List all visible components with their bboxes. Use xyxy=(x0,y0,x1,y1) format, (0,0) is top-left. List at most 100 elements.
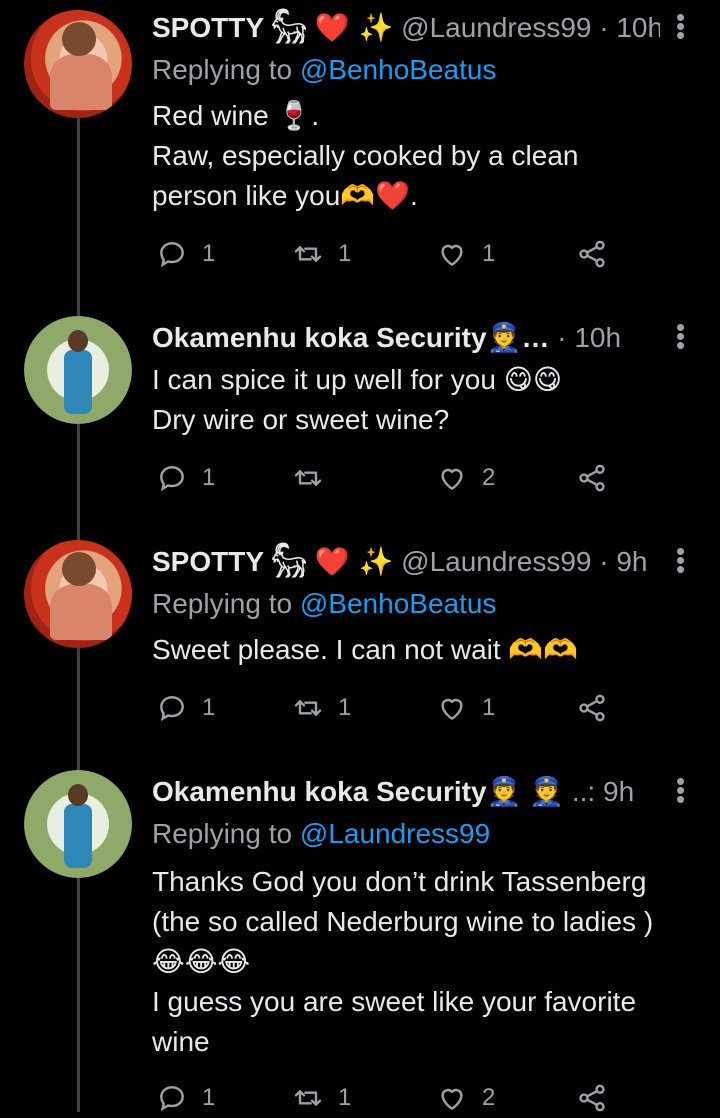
like-count: 2 xyxy=(482,464,496,491)
like-count: 1 xyxy=(482,240,496,267)
mention-link[interactable]: @BenhoBeatus xyxy=(300,588,497,619)
reply-button[interactable]: 1 xyxy=(156,688,215,728)
tweet-line: person like you🫶❤️. xyxy=(152,180,418,211)
reply-icon xyxy=(160,1086,184,1112)
retweet-count: 1 xyxy=(338,240,352,267)
heart-icon xyxy=(441,698,463,720)
tweet-line: Dry wire or sweet wine? xyxy=(152,404,450,435)
avatar-head xyxy=(68,330,88,352)
retweet-icon xyxy=(294,470,322,486)
avatar-head xyxy=(62,22,96,56)
reply-count: 1 xyxy=(202,240,216,267)
handle[interactable]: @Laundress99 xyxy=(401,546,591,577)
tweet-line: Sweet please. I can not wait 🫶🫶 xyxy=(152,634,579,665)
heart-icon xyxy=(441,244,463,266)
action-bar: 1 1 1 xyxy=(156,688,626,728)
timestamp[interactable]: 10h xyxy=(574,322,621,353)
tweet-text: Sweet please. I can not wait 🫶🫶 xyxy=(152,630,696,670)
tweet-line: (the so called Nederburg wine to ladies … xyxy=(152,906,654,937)
heart-icon xyxy=(441,468,463,490)
timestamp[interactable]: 9h xyxy=(603,776,634,807)
share-button[interactable] xyxy=(576,234,608,274)
tweet-header: Okamenhu koka Security👮 👮 ..: 9h xyxy=(152,772,660,812)
avatar[interactable] xyxy=(24,316,132,424)
display-name[interactable]: Okamenhu koka Security👮 👮 xyxy=(152,776,564,807)
replying-label: Replying to xyxy=(152,54,293,85)
tweet-text: Red wine 🍷. Raw, especially cooked by a … xyxy=(152,96,696,216)
tweet-line: I guess you are sweet like your favorite xyxy=(152,986,637,1017)
retweet-button[interactable]: 1 xyxy=(292,1078,351,1118)
more-options-icon[interactable]: • • • xyxy=(676,314,685,358)
mention-link[interactable]: @BenhoBeatus xyxy=(300,54,497,85)
retweet-button[interactable]: 1 xyxy=(292,688,351,728)
avatar-figure xyxy=(64,350,92,414)
tweet-text: I can spice it up well for you 😋😋 Dry wi… xyxy=(152,360,696,440)
retweet-icon xyxy=(294,700,322,716)
reply-icon xyxy=(160,466,184,492)
retweet-icon xyxy=(294,1090,322,1106)
tweet-line: Thanks God you don’t drink Tassenberg xyxy=(152,866,647,897)
avatar-head xyxy=(62,552,96,586)
retweet-button[interactable]: 1 xyxy=(292,234,351,274)
reply-button[interactable]: 1 xyxy=(156,1078,215,1118)
separator-dot: · xyxy=(557,322,567,353)
tweet-header: SPOTTY 𓃵 ❤️ ✨ @Laundress99 · 9h xyxy=(152,542,660,582)
retweet-button[interactable] xyxy=(292,458,338,498)
mention-link[interactable]: @Laundress99 xyxy=(300,818,490,849)
share-icon xyxy=(579,464,605,492)
tweet-header: SPOTTY 𓃵 ❤️ ✨ @Laundress99 · 10h xyxy=(152,8,660,48)
display-name[interactable]: SPOTTY 𓃵 xyxy=(152,12,307,43)
avatar[interactable] xyxy=(24,540,132,648)
avatar-figure xyxy=(64,804,92,868)
tweet-line: Red wine 🍷. xyxy=(152,100,320,131)
avatar-head xyxy=(68,784,88,806)
replying-label: Replying to xyxy=(152,818,293,849)
avatar-figure xyxy=(50,54,112,110)
tweet-line: Raw, especially cooked by a clean xyxy=(152,140,579,171)
avatar[interactable] xyxy=(24,10,132,118)
timestamp[interactable]: 10h xyxy=(616,12,660,43)
more-options-icon[interactable]: • • • xyxy=(676,538,685,582)
share-button[interactable] xyxy=(576,458,608,498)
tweet-header: Okamenhu koka Security👮… · 10h xyxy=(152,318,660,358)
like-button[interactable]: 2 xyxy=(436,458,495,498)
reply-count: 1 xyxy=(202,1084,216,1111)
like-count: 2 xyxy=(482,1084,496,1111)
more-options-icon[interactable]: • • • xyxy=(676,4,685,48)
replying-to: Replying to @Laundress99 xyxy=(152,814,490,854)
avatar[interactable] xyxy=(24,770,132,878)
share-icon xyxy=(579,1084,605,1112)
reply-icon xyxy=(160,242,184,268)
replying-label: Replying to xyxy=(152,588,293,619)
display-name[interactable]: Okamenhu koka Security👮… xyxy=(152,322,549,353)
action-bar: 1 1 2 xyxy=(156,1078,626,1118)
share-icon xyxy=(579,694,605,722)
heart-icon xyxy=(441,1088,463,1110)
reply-count: 1 xyxy=(202,694,216,721)
reply-count: 1 xyxy=(202,464,216,491)
tweet-line: I can spice it up well for you 😋😋 xyxy=(152,364,563,395)
share-button[interactable] xyxy=(576,1078,608,1118)
action-bar: 1 2 xyxy=(156,458,626,498)
timestamp[interactable]: 9h xyxy=(616,546,647,577)
tweet-line: wine xyxy=(152,1026,210,1057)
separator-dot: · xyxy=(599,12,609,43)
action-bar: 1 1 1 xyxy=(156,234,626,274)
share-button[interactable] xyxy=(576,688,608,728)
more-options-icon[interactable]: • • • xyxy=(676,768,685,812)
replying-to: Replying to @BenhoBeatus xyxy=(152,50,496,90)
handle[interactable]: @Laundress99 xyxy=(401,12,591,43)
display-name[interactable]: SPOTTY 𓃵 xyxy=(152,546,307,577)
like-button[interactable]: 1 xyxy=(436,688,495,728)
like-button[interactable]: 2 xyxy=(436,1078,495,1118)
name-emoji: ❤️ ✨ xyxy=(314,11,394,44)
separator-dot: · xyxy=(599,546,609,577)
reply-button[interactable]: 1 xyxy=(156,234,215,274)
handle[interactable]: ..: xyxy=(572,776,595,807)
reply-button[interactable]: 1 xyxy=(156,458,215,498)
like-button[interactable]: 1 xyxy=(436,234,495,274)
avatar-figure xyxy=(50,584,112,640)
name-emoji: ❤️ ✨ xyxy=(314,545,394,578)
replying-to: Replying to @BenhoBeatus xyxy=(152,584,496,624)
reply-icon xyxy=(160,696,184,722)
